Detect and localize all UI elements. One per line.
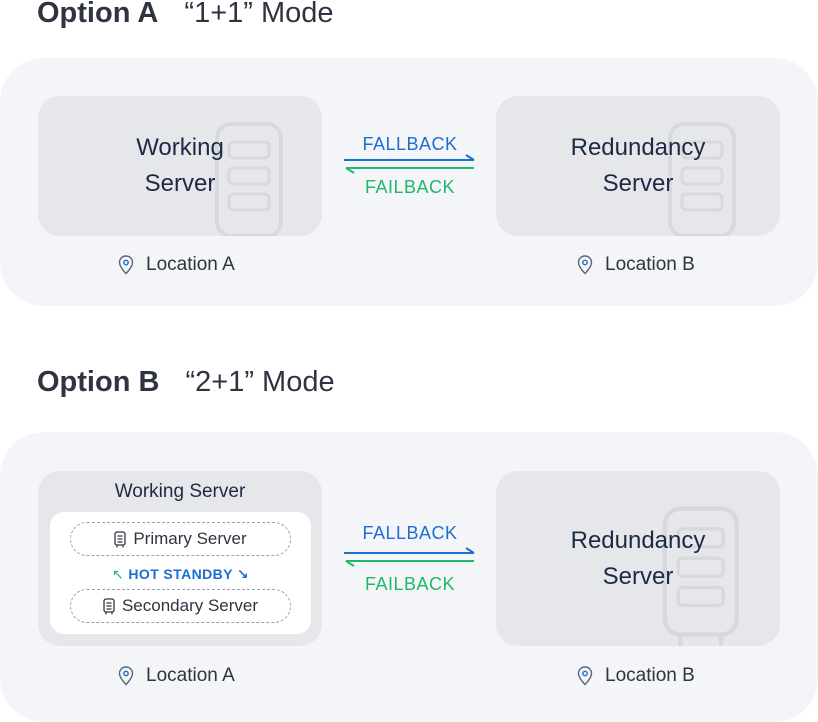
redundancy-server-line1: Redundancy	[570, 134, 706, 161]
failback-label: FAILBACK	[364, 574, 456, 594]
server-icon	[103, 597, 115, 614]
standby-up-arrow-icon: ↖	[111, 566, 125, 582]
option-a-title: Option A	[37, 0, 159, 29]
working-server-members: Primary Server ↖ HOT STANDBY ↘ Secondary…	[50, 512, 311, 634]
location-a-label: Location A	[146, 665, 235, 686]
fallback-label: FALLBACK	[362, 134, 458, 154]
option-b-panel: Working Server Primary Server ↖ HOT STAN…	[0, 432, 818, 722]
working-server-line2: Server	[144, 170, 216, 197]
arrow-right-icon	[344, 154, 475, 174]
redundancy-server-label: Redundancy Server	[496, 130, 780, 202]
redundancy-server-line2: Server	[602, 563, 674, 590]
location-a-b: Location A	[118, 665, 235, 687]
location-b-label: Location B	[605, 665, 695, 686]
option-b-mode: “2+1” Mode	[185, 366, 335, 398]
primary-server-label: Primary Server	[133, 529, 247, 548]
location-pin-icon	[577, 255, 593, 275]
hot-standby-label: HOT STANDBY	[128, 566, 233, 582]
fallback-label: FALLBACK	[362, 523, 458, 543]
failback-label: FAILBACK	[364, 177, 456, 197]
working-server-label: Working Server	[38, 130, 322, 202]
working-server-line1: Working	[136, 134, 224, 161]
location-a-label: Location A	[146, 254, 235, 275]
option-b-title: Option B	[37, 366, 160, 398]
option-a-mode: “1+1” Mode	[184, 0, 334, 29]
location-b-label: Location B	[605, 254, 695, 275]
working-server-title: Working Server	[114, 481, 246, 502]
redundancy-server-label-b: Redundancy Server	[496, 523, 780, 595]
secondary-server-label: Secondary Server	[121, 596, 259, 615]
location-pin-icon	[118, 666, 134, 686]
server-icon	[114, 530, 126, 547]
option-a-heading: Option A “1+1” Mode	[37, 0, 334, 30]
location-b: Location B	[577, 254, 695, 276]
redundancy-server-line1: Redundancy	[570, 527, 706, 554]
redundancy-server-line2: Server	[602, 170, 674, 197]
option-b-heading: Option B “2+1” Mode	[37, 365, 335, 399]
arrow-right-icon	[344, 547, 475, 567]
working-server-group: Working Server Primary Server ↖ HOT STAN…	[38, 471, 322, 646]
location-pin-icon	[577, 666, 593, 686]
fallback-failback-arrows: FALLBACK FAILBACK	[340, 134, 480, 197]
location-pin-icon	[118, 255, 134, 275]
location-b-b: Location B	[577, 665, 695, 687]
primary-server-pill: Primary Server	[70, 522, 291, 556]
secondary-server-pill: Secondary Server	[70, 589, 291, 623]
redundancy-server-box: Redundancy Server	[496, 96, 780, 236]
working-server-box: Working Server	[38, 96, 322, 236]
option-a-panel: Working Server FALLBACK FAILBACK Redunda…	[0, 58, 818, 306]
standby-down-arrow-icon: ↘	[236, 566, 250, 582]
hot-standby: ↖ HOT STANDBY ↘	[50, 566, 311, 583]
fallback-failback-arrows-b: FALLBACK FAILBACK	[340, 523, 480, 594]
location-a: Location A	[118, 254, 235, 276]
redundancy-server-box-b: Redundancy Server	[496, 471, 780, 646]
